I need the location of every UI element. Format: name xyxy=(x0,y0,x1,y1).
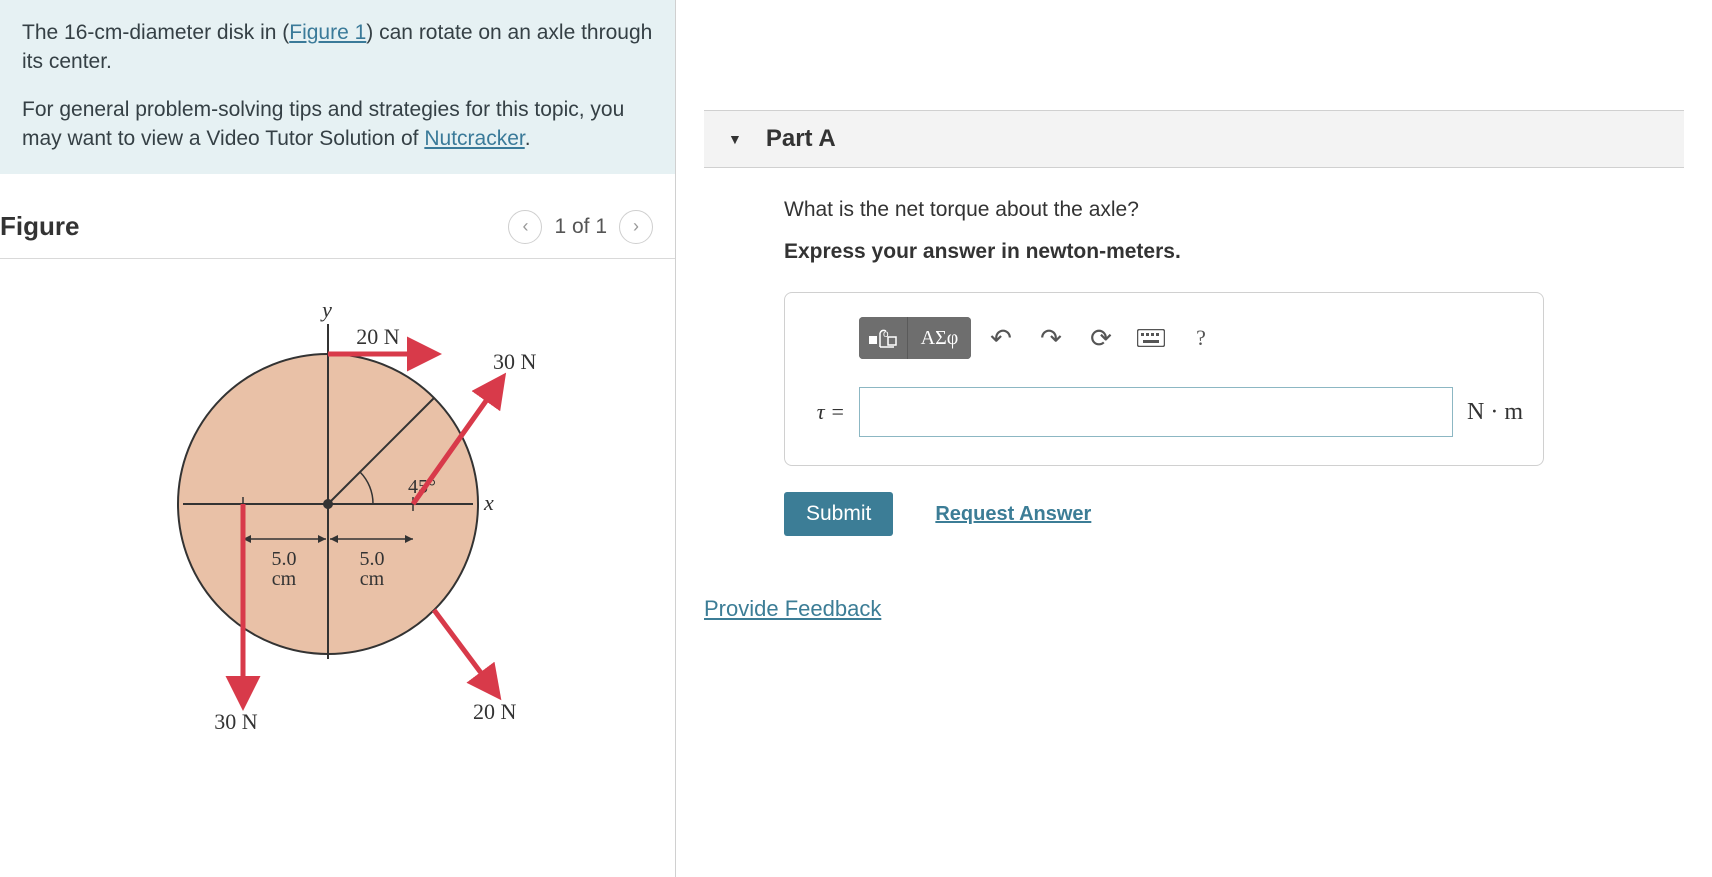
figure-nav: ‹ 1 of 1 › xyxy=(508,210,653,244)
axis-x-label: x xyxy=(483,490,494,515)
submit-button[interactable]: Submit xyxy=(784,492,893,536)
answer-unit: N · m xyxy=(1467,399,1523,426)
force-bottomright-label: 20 N xyxy=(473,699,517,724)
problem-para-2-post: . xyxy=(525,127,531,150)
video-tutor-link[interactable]: Nutcracker xyxy=(424,127,524,150)
keyboard-icon xyxy=(1137,329,1165,347)
templates-icon: o xyxy=(868,327,898,349)
axis-y-label: y xyxy=(320,297,332,322)
redo-button[interactable]: ↷ xyxy=(1031,318,1071,358)
request-answer-link[interactable]: Request Answer xyxy=(935,503,1091,526)
answer-variable-label: τ = xyxy=(805,399,845,425)
figure-image: y x 45° xyxy=(0,259,675,759)
toolbar-group: o ΑΣφ xyxy=(859,317,971,359)
problem-para-2: For general problem-solving tips and str… xyxy=(22,95,653,154)
figure-link[interactable]: Figure 1 xyxy=(289,21,366,44)
figure-heading: Figure xyxy=(0,211,79,242)
part-body: What is the net torque about the axle? E… xyxy=(704,168,1684,622)
left-column: The 16-cm-diameter disk in (Figure 1) ca… xyxy=(0,0,676,877)
figure-counter: 1 of 1 xyxy=(554,215,607,239)
figure-header: Figure ‹ 1 of 1 › xyxy=(0,174,675,259)
force-bottomleft-label: 30 N xyxy=(214,709,258,734)
force-topright-label: 30 N xyxy=(493,349,537,374)
action-row: Submit Request Answer xyxy=(784,492,1660,536)
problem-para-1-pre: The 16-cm-diameter disk in ( xyxy=(22,21,289,44)
reset-button[interactable]: ⟳ xyxy=(1081,318,1121,358)
part-instruction: Express your answer in newton-meters. xyxy=(784,240,1660,264)
answer-input[interactable] xyxy=(859,387,1453,437)
figure-next-button[interactable]: › xyxy=(619,210,653,244)
right-column: ▼ Part A What is the net torque about th… xyxy=(676,0,1712,877)
problem-statement: The 16-cm-diameter disk in (Figure 1) ca… xyxy=(0,0,675,174)
symbols-button[interactable]: ΑΣφ xyxy=(907,317,971,359)
radius-right-unit: cm xyxy=(359,568,384,590)
help-button[interactable]: ? xyxy=(1181,318,1221,358)
caret-down-icon: ▼ xyxy=(728,131,742,147)
figure-prev-button[interactable]: ‹ xyxy=(508,210,542,244)
undo-button[interactable]: ↶ xyxy=(981,318,1021,358)
part-question: What is the net torque about the axle? xyxy=(784,198,1660,222)
problem-para-1: The 16-cm-diameter disk in (Figure 1) ca… xyxy=(22,18,653,77)
templates-button[interactable]: o xyxy=(859,317,907,359)
force-bottomright-20n xyxy=(434,610,493,689)
force-top-label: 20 N xyxy=(356,324,400,349)
part-header[interactable]: ▼ Part A xyxy=(704,110,1684,168)
provide-feedback-link[interactable]: Provide Feedback xyxy=(704,596,1660,622)
radius-left-unit: cm xyxy=(271,568,296,590)
keyboard-button[interactable] xyxy=(1131,318,1171,358)
radius-left-label: 5.0 xyxy=(271,548,296,570)
part-title: Part A xyxy=(766,125,836,153)
problem-para-2-pre: For general problem-solving tips and str… xyxy=(22,98,624,150)
radius-right-label: 5.0 xyxy=(359,548,384,570)
answer-row: τ = N · m xyxy=(805,387,1523,437)
answer-card: o ΑΣφ ↶ ↷ ⟳ xyxy=(784,292,1544,466)
equation-toolbar: o ΑΣφ ↶ ↷ ⟳ xyxy=(805,317,1523,387)
